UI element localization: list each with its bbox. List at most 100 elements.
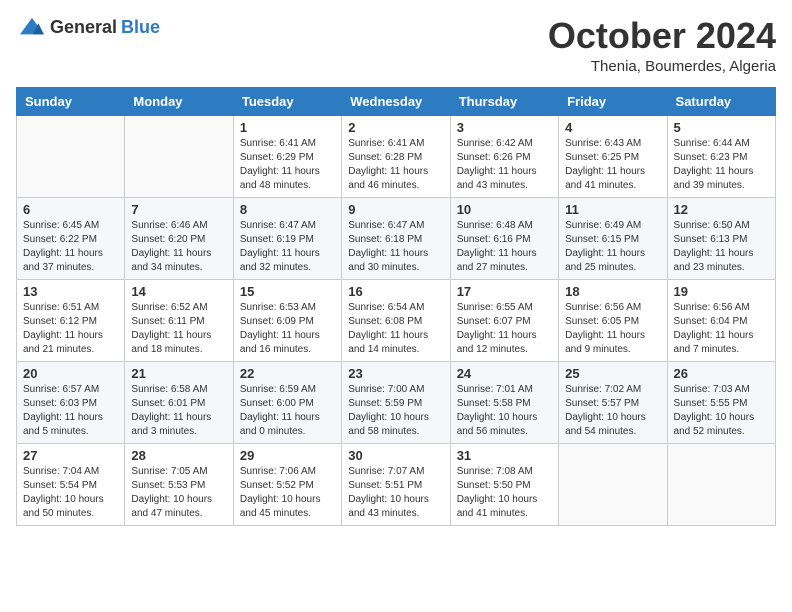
day-number: 26: [674, 366, 769, 381]
day-number: 13: [23, 284, 118, 299]
day-info: Sunrise: 6:52 AM Sunset: 6:11 PM Dayligh…: [131, 301, 226, 357]
calendar-cell: [559, 443, 667, 525]
day-info: Sunrise: 7:03 AM Sunset: 5:55 PM Dayligh…: [674, 383, 769, 439]
day-number: 22: [240, 366, 335, 381]
calendar-cell: 1 Sunrise: 6:41 AM Sunset: 6:29 PM Daylig…: [233, 115, 341, 197]
day-info: Sunrise: 6:58 AM Sunset: 6:01 PM Dayligh…: [131, 383, 226, 439]
day-info: Sunrise: 6:55 AM Sunset: 6:07 PM Dayligh…: [457, 301, 552, 357]
calendar-cell: 25 Sunrise: 7:02 AM Sunset: 5:57 PM Dayli…: [559, 361, 667, 443]
day-number: 10: [457, 202, 552, 217]
calendar-cell: 11Sunrise: 6:49 AM Sunset: 6:15 PM Dayli…: [559, 197, 667, 279]
day-number: 6: [23, 202, 118, 217]
day-number: 12: [674, 202, 769, 217]
day-info: Sunrise: 6:48 AM Sunset: 6:16 PM Dayligh…: [457, 219, 552, 275]
day-info: Sunrise: 6:51 AM Sunset: 6:12 PM Dayligh…: [23, 301, 118, 357]
calendar-cell: 7 Sunrise: 6:46 AM Sunset: 6:20 PM Daylig…: [125, 197, 233, 279]
calendar-cell: 16 Sunrise: 6:54 AM Sunset: 6:08 PM Dayli…: [342, 279, 450, 361]
day-number: 18: [565, 284, 660, 299]
day-info: Sunrise: 6:41 AM Sunset: 6:29 PM Dayligh…: [240, 137, 335, 193]
calendar-cell: 17 Sunrise: 6:55 AM Sunset: 6:07 PM Dayli…: [450, 279, 558, 361]
day-number: 30: [348, 448, 443, 463]
day-number: 2: [348, 120, 443, 135]
day-number: 1: [240, 120, 335, 135]
header-saturday: Saturday: [667, 87, 775, 115]
day-number: 23: [348, 366, 443, 381]
day-info: Sunrise: 6:56 AM Sunset: 6:05 PM Dayligh…: [565, 301, 660, 357]
day-info: Sunrise: 6:57 AM Sunset: 6:03 PM Dayligh…: [23, 383, 118, 439]
day-number: 5: [674, 120, 769, 135]
day-number: 29: [240, 448, 335, 463]
day-number: 21: [131, 366, 226, 381]
day-info: Sunrise: 6:41 AM Sunset: 6:28 PM Dayligh…: [348, 137, 443, 193]
day-number: 31: [457, 448, 552, 463]
header-friday: Friday: [559, 87, 667, 115]
logo-icon: [18, 16, 46, 38]
calendar-cell: 26 Sunrise: 7:03 AM Sunset: 5:55 PM Dayli…: [667, 361, 775, 443]
header-wednesday: Wednesday: [342, 87, 450, 115]
day-number: 8: [240, 202, 335, 217]
calendar-cell: 14 Sunrise: 6:52 AM Sunset: 6:11 PM Dayli…: [125, 279, 233, 361]
location-title: Thenia, Boumerdes, Algeria: [548, 58, 776, 75]
calendar-table: SundayMondayTuesdayWednesdayThursdayFrid…: [16, 87, 776, 526]
calendar-cell: 10 Sunrise: 6:48 AM Sunset: 6:16 PM Dayli…: [450, 197, 558, 279]
week-row-2: 6Sunrise: 6:45 AM Sunset: 6:22 PM Daylig…: [17, 197, 776, 279]
day-number: 16: [348, 284, 443, 299]
day-number: 11: [565, 202, 660, 217]
header-tuesday: Tuesday: [233, 87, 341, 115]
calendar-cell: 12 Sunrise: 6:50 AM Sunset: 6:13 PM Dayli…: [667, 197, 775, 279]
day-number: 17: [457, 284, 552, 299]
calendar-cell: 28 Sunrise: 7:05 AM Sunset: 5:53 PM Dayli…: [125, 443, 233, 525]
header-thursday: Thursday: [450, 87, 558, 115]
day-number: 20: [23, 366, 118, 381]
title-block: October 2024 Thenia, Boumerdes, Algeria: [548, 16, 776, 75]
calendar-header-row: SundayMondayTuesdayWednesdayThursdayFrid…: [17, 87, 776, 115]
calendar-cell: 2 Sunrise: 6:41 AM Sunset: 6:28 PM Daylig…: [342, 115, 450, 197]
week-row-3: 13 Sunrise: 6:51 AM Sunset: 6:12 PM Dayli…: [17, 279, 776, 361]
calendar-cell: 15Sunrise: 6:53 AM Sunset: 6:09 PM Dayli…: [233, 279, 341, 361]
day-number: 25: [565, 366, 660, 381]
logo-text-blue: Blue: [121, 17, 160, 38]
day-info: Sunrise: 6:46 AM Sunset: 6:20 PM Dayligh…: [131, 219, 226, 275]
day-number: 9: [348, 202, 443, 217]
day-number: 4: [565, 120, 660, 135]
calendar-cell: 31Sunrise: 7:08 AM Sunset: 5:50 PM Dayli…: [450, 443, 558, 525]
day-info: Sunrise: 7:05 AM Sunset: 5:53 PM Dayligh…: [131, 465, 226, 521]
calendar-cell: [17, 115, 125, 197]
calendar-cell: 27Sunrise: 7:04 AM Sunset: 5:54 PM Dayli…: [17, 443, 125, 525]
logo: GeneralBlue: [16, 16, 160, 38]
header-sunday: Sunday: [17, 87, 125, 115]
calendar-cell: 23 Sunrise: 7:00 AM Sunset: 5:59 PM Dayli…: [342, 361, 450, 443]
calendar-cell: 6Sunrise: 6:45 AM Sunset: 6:22 PM Daylig…: [17, 197, 125, 279]
calendar-cell: 30Sunrise: 7:07 AM Sunset: 5:51 PM Dayli…: [342, 443, 450, 525]
day-info: Sunrise: 6:50 AM Sunset: 6:13 PM Dayligh…: [674, 219, 769, 275]
day-info: Sunrise: 6:47 AM Sunset: 6:18 PM Dayligh…: [348, 219, 443, 275]
day-number: 24: [457, 366, 552, 381]
day-info: Sunrise: 6:42 AM Sunset: 6:26 PM Dayligh…: [457, 137, 552, 193]
logo-text-general: General: [50, 17, 117, 38]
calendar-cell: 19Sunrise: 6:56 AM Sunset: 6:04 PM Dayli…: [667, 279, 775, 361]
calendar-cell: 9 Sunrise: 6:47 AM Sunset: 6:18 PM Daylig…: [342, 197, 450, 279]
week-row-1: 1 Sunrise: 6:41 AM Sunset: 6:29 PM Daylig…: [17, 115, 776, 197]
day-info: Sunrise: 7:01 AM Sunset: 5:58 PM Dayligh…: [457, 383, 552, 439]
calendar-cell: 8Sunrise: 6:47 AM Sunset: 6:19 PM Daylig…: [233, 197, 341, 279]
day-info: Sunrise: 6:53 AM Sunset: 6:09 PM Dayligh…: [240, 301, 335, 357]
day-number: 3: [457, 120, 552, 135]
day-info: Sunrise: 7:02 AM Sunset: 5:57 PM Dayligh…: [565, 383, 660, 439]
header-monday: Monday: [125, 87, 233, 115]
week-row-4: 20 Sunrise: 6:57 AM Sunset: 6:03 PM Dayli…: [17, 361, 776, 443]
day-number: 14: [131, 284, 226, 299]
calendar-cell: 29 Sunrise: 7:06 AM Sunset: 5:52 PM Dayli…: [233, 443, 341, 525]
calendar-cell: 20 Sunrise: 6:57 AM Sunset: 6:03 PM Dayli…: [17, 361, 125, 443]
calendar-cell: 21 Sunrise: 6:58 AM Sunset: 6:01 PM Dayli…: [125, 361, 233, 443]
day-number: 7: [131, 202, 226, 217]
day-info: Sunrise: 7:04 AM Sunset: 5:54 PM Dayligh…: [23, 465, 118, 521]
calendar-cell: 13 Sunrise: 6:51 AM Sunset: 6:12 PM Dayli…: [17, 279, 125, 361]
day-info: Sunrise: 7:00 AM Sunset: 5:59 PM Dayligh…: [348, 383, 443, 439]
calendar-cell: 3 Sunrise: 6:42 AM Sunset: 6:26 PM Daylig…: [450, 115, 558, 197]
day-info: Sunrise: 6:54 AM Sunset: 6:08 PM Dayligh…: [348, 301, 443, 357]
calendar-cell: 18 Sunrise: 6:56 AM Sunset: 6:05 PM Dayli…: [559, 279, 667, 361]
day-info: Sunrise: 6:56 AM Sunset: 6:04 PM Dayligh…: [674, 301, 769, 357]
day-number: 28: [131, 448, 226, 463]
day-info: Sunrise: 7:06 AM Sunset: 5:52 PM Dayligh…: [240, 465, 335, 521]
calendar-cell: 5Sunrise: 6:44 AM Sunset: 6:23 PM Daylig…: [667, 115, 775, 197]
